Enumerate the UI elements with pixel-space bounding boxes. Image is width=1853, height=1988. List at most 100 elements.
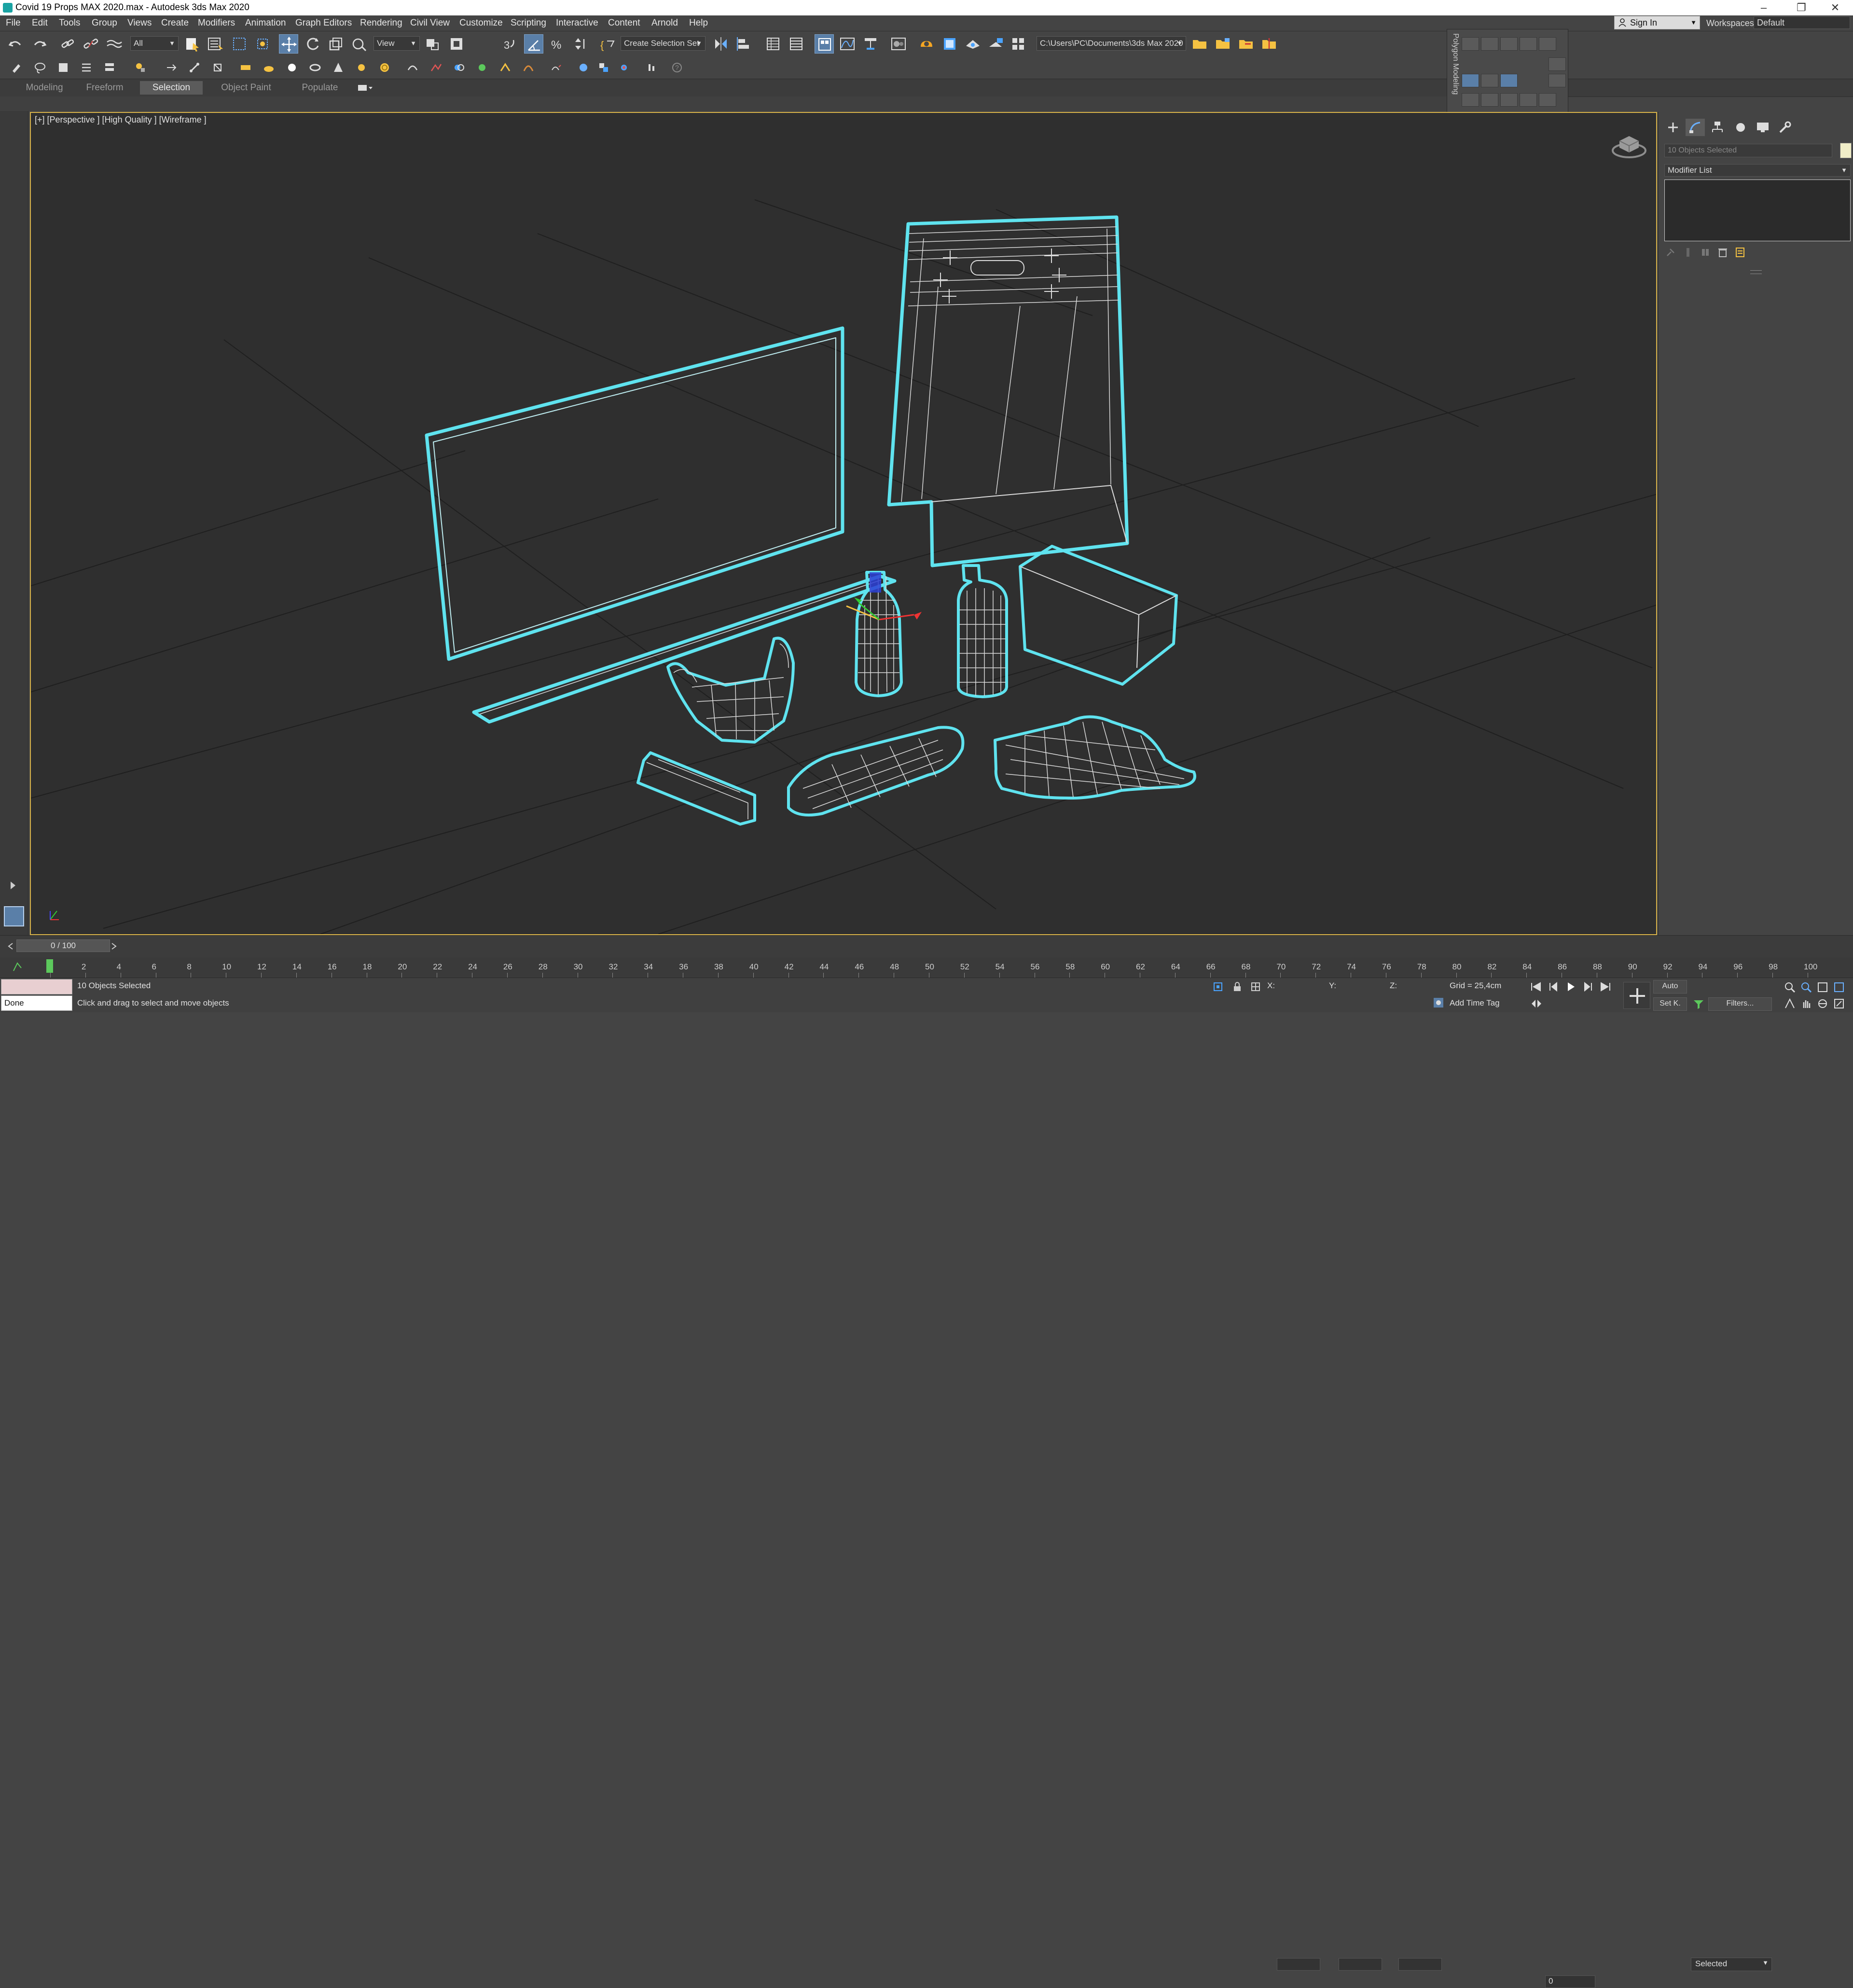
- vertex-mode-button[interactable]: [1462, 37, 1479, 51]
- next-frame-icon[interactable]: [1581, 980, 1595, 994]
- menu-rendering[interactable]: Rendering: [360, 18, 402, 28]
- utilities-tab-icon[interactable]: [1775, 119, 1795, 136]
- arrow-link-icon[interactable]: [164, 60, 179, 75]
- display-tab-icon[interactable]: [1753, 119, 1772, 136]
- object-name-field[interactable]: 10 Objects Selected: [1664, 144, 1832, 157]
- patch-icon[interactable]: [498, 60, 512, 75]
- torus-icon[interactable]: [308, 60, 322, 75]
- redo-icon[interactable]: [30, 34, 49, 54]
- workspaces-select[interactable]: Default: [1754, 16, 1850, 29]
- zoom-icon[interactable]: [1784, 981, 1796, 994]
- previous-frame-icon[interactable]: [1546, 980, 1561, 994]
- keyboard-shortcut-override-icon[interactable]: [447, 34, 466, 54]
- project-folder-dropdown[interactable]: C:\Users\PC\Documents\3ds Max 2020 ▼: [1037, 36, 1186, 51]
- scene-states-icon[interactable]: [596, 60, 611, 75]
- x-coord-field[interactable]: [1277, 1958, 1320, 1971]
- project-folder-icon[interactable]: [1190, 34, 1209, 54]
- sphere-icon[interactable]: [285, 60, 299, 75]
- perspective-viewport[interactable]: [30, 112, 1657, 935]
- toggle-scene-explorer-icon[interactable]: [763, 34, 783, 54]
- modify-tab-icon[interactable]: [1686, 119, 1705, 136]
- play-icon[interactable]: [1563, 980, 1578, 994]
- remove-modifier-icon[interactable]: [1716, 246, 1729, 259]
- motion-tab-icon[interactable]: [1731, 119, 1750, 136]
- mini-curve-editor-icon[interactable]: [11, 959, 30, 974]
- polygon-mode-button[interactable]: [1520, 37, 1537, 51]
- sun-icon[interactable]: [354, 60, 369, 75]
- orbit-icon[interactable]: [1816, 997, 1829, 1010]
- ribbon-tab-freeform[interactable]: Freeform: [78, 81, 131, 95]
- menu-content[interactable]: Content: [608, 18, 640, 28]
- statistics-icon[interactable]: [645, 60, 659, 75]
- menu-civil-view[interactable]: Civil View: [410, 18, 450, 28]
- key-mode-toggle-icon[interactable]: [1530, 997, 1543, 1010]
- object-color-swatch[interactable]: [1840, 143, 1852, 158]
- soap-dispenser-wireframe[interactable]: [957, 564, 1008, 698]
- quickslice-button[interactable]: [1481, 93, 1498, 107]
- time-slider-thumb[interactable]: [46, 959, 53, 973]
- edit-poly-stack-button[interactable]: [1500, 74, 1518, 87]
- geosphere-icon[interactable]: [377, 60, 392, 75]
- list-icon[interactable]: [79, 60, 94, 75]
- menu-interactive[interactable]: Interactive: [556, 18, 598, 28]
- selection-filter-dropdown[interactable]: All ▼: [130, 36, 179, 51]
- snaps-toggle-icon[interactable]: 3: [500, 34, 519, 54]
- particle-icon[interactable]: [475, 60, 489, 75]
- toggle-ribbon-icon[interactable]: [815, 34, 834, 54]
- material-editor-icon[interactable]: [889, 34, 908, 54]
- render-in-cloud-icon[interactable]: [986, 34, 1006, 54]
- maximize-viewport-icon[interactable]: [1833, 997, 1845, 1010]
- glove-wireframe[interactable]: [994, 715, 1196, 800]
- connect-button[interactable]: [1520, 93, 1537, 107]
- render-frame-icon[interactable]: [617, 60, 631, 75]
- current-frame-field[interactable]: 0: [1545, 1975, 1595, 1988]
- swiftloop-button[interactable]: [1500, 93, 1518, 107]
- cone-icon[interactable]: [331, 60, 346, 75]
- stack-icon[interactable]: [102, 60, 117, 75]
- curve-editor-icon[interactable]: [838, 34, 857, 54]
- ribbon-tab-selection[interactable]: Selection: [140, 81, 203, 95]
- unlink-icon[interactable]: [81, 34, 100, 54]
- ribbon-tab-object-paint[interactable]: Object Paint: [212, 81, 280, 95]
- layer-icon[interactable]: [56, 60, 70, 75]
- viewport-label[interactable]: [+] [Perspective ] [High Quality ] [Wire…: [35, 115, 207, 125]
- link-icon[interactable]: [58, 34, 77, 54]
- pan-view-icon[interactable]: [1800, 997, 1812, 1010]
- menu-create[interactable]: Create: [161, 18, 189, 28]
- cylinder-icon[interactable]: [262, 60, 276, 75]
- menu-animation[interactable]: Animation: [245, 18, 286, 28]
- toggle-layer-explorer-icon[interactable]: [787, 34, 806, 54]
- brush-icon[interactable]: [10, 60, 24, 75]
- zoom-all-icon[interactable]: [1800, 981, 1812, 994]
- menu-group[interactable]: Group: [92, 18, 117, 28]
- rendered-frame-window-icon[interactable]: [940, 34, 959, 54]
- create-tab-icon[interactable]: [1663, 119, 1683, 136]
- panel-resize-handle[interactable]: [1750, 270, 1762, 274]
- sign-in-dropdown[interactable]: Sign In ▼: [1614, 16, 1700, 29]
- close-button[interactable]: ✕: [1814, 0, 1853, 15]
- rectangular-selection-icon[interactable]: [230, 34, 249, 54]
- menu-tools[interactable]: Tools: [59, 18, 80, 28]
- field-of-view-icon[interactable]: [1784, 997, 1796, 1010]
- spline-icon[interactable]: [429, 60, 443, 75]
- auto-key-button[interactable]: Auto: [1653, 980, 1687, 994]
- select-and-move-icon[interactable]: [279, 34, 298, 54]
- select-and-rotate-icon[interactable]: [303, 34, 322, 54]
- menu-graph-editors[interactable]: Graph Editors: [295, 18, 352, 28]
- ribbon-tab-populate[interactable]: Populate: [290, 81, 350, 95]
- maxscript-output[interactable]: Done: [1, 995, 72, 1011]
- hierarchy-tab-icon[interactable]: [1708, 119, 1727, 136]
- set-key-mode-button[interactable]: Set K.: [1653, 997, 1687, 1011]
- timeline-ruler[interactable]: 2 4 6 8 10 12 14 16 18 20 22 24 26 28 30 32 34 36 38 40 42 44…: [0, 957, 1853, 978]
- menu-scripting[interactable]: Scripting: [511, 18, 546, 28]
- undo-icon[interactable]: [6, 34, 25, 54]
- bind-space-warp-icon[interactable]: [104, 34, 124, 54]
- menu-arnold[interactable]: Arnold: [651, 18, 678, 28]
- render-production-icon[interactable]: [963, 34, 982, 54]
- z-coord-field[interactable]: [1398, 1958, 1442, 1971]
- compound-icon[interactable]: [452, 60, 466, 75]
- element-mode-button[interactable]: [1539, 37, 1556, 51]
- add-time-tag[interactable]: Add Time Tag: [1450, 998, 1500, 1008]
- panel-option-button-2[interactable]: [1549, 74, 1566, 87]
- modifier-list-dropdown[interactable]: Modifier List ▼: [1664, 164, 1851, 177]
